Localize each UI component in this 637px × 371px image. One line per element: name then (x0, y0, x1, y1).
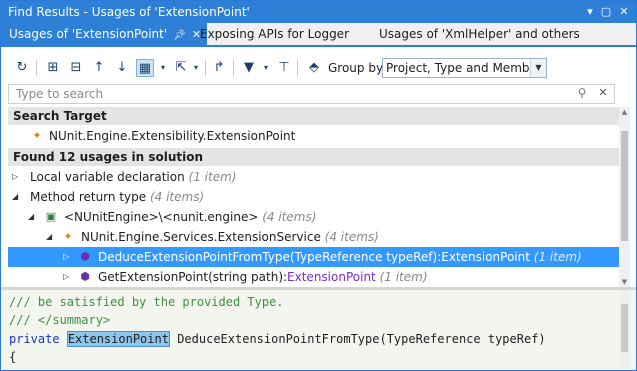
target-row[interactable]: ✦ NUnit.Engine.Extensibility.ExtensionPo… (8, 126, 619, 146)
search-target-header: Search Target (8, 107, 619, 125)
class-icon: ✦ (32, 129, 42, 142)
filter-icon[interactable]: ▼ (240, 59, 258, 77)
method-icon: ⬢ (80, 270, 90, 283)
scroll-down-icon[interactable]: ▼ (619, 277, 630, 287)
scroll-thumb[interactable] (621, 304, 628, 352)
tab-usages-xmlhelper[interactable]: Usages of 'XmlHelper' and others (379, 23, 580, 45)
merge-icon[interactable]: ↱ (210, 59, 228, 77)
row-label: Method return type (30, 190, 147, 204)
expand-arrow-icon[interactable]: ▷ (12, 167, 22, 187)
expand-arrow-icon[interactable]: ▷ (63, 267, 73, 287)
target-name: NUnit.Engine.Extensibility.ExtensionPoin… (49, 129, 296, 143)
row-count: (1 item) (188, 170, 237, 184)
row-label: DeduceExtensionPointFromType(TypeReferen… (98, 250, 530, 264)
collapse-arrow-icon[interactable]: ◢ (28, 207, 38, 227)
tab-label: Usages of 'ExtensionPoint' (9, 27, 168, 41)
next-icon[interactable]: ↓ (113, 59, 131, 77)
scroll-up-icon[interactable]: ▲ (619, 107, 630, 117)
tree-row-project[interactable]: ◢ ▣ <NUnitEngine>\<nunit.engine> (4 item… (8, 207, 619, 227)
toolbar-divider (233, 60, 234, 76)
pin-results-icon[interactable]: ⊤ (275, 59, 293, 77)
maximize-icon[interactable]: ▢ (599, 4, 613, 20)
code-keyword: private (9, 332, 60, 346)
row-label: NUnit.Engine.Services.ExtensionService (81, 230, 321, 244)
expand-arrow-icon[interactable]: ▷ (63, 247, 73, 267)
tab-label: Exposing APIs for Logger (200, 27, 349, 41)
code-line: /// </summary> (9, 313, 111, 327)
code-line: /// be satisfied by the provided Type. (9, 295, 284, 309)
chevron-down-icon[interactable]: ▼ (530, 59, 546, 77)
preview-icon[interactable]: ▦ (136, 59, 154, 77)
refresh-icon[interactable]: ↻ (13, 59, 31, 77)
row-count: (4 items) (324, 230, 379, 244)
close-icon[interactable]: ✕ (617, 4, 631, 20)
csharp-project-icon: ▣ (45, 210, 57, 223)
pin-tab-icon[interactable]: 📌︎ (173, 30, 186, 41)
collapse-arrow-icon[interactable]: ◢ (12, 187, 22, 207)
chevron-down-icon[interactable]: ▾ (257, 59, 275, 77)
row-label: <NUnitEngine>\<nunit.engine> (64, 210, 259, 224)
row-count: (1 item) (379, 270, 428, 284)
previous-icon[interactable]: ↑ (90, 59, 108, 77)
row-count: (4 items) (262, 210, 317, 224)
clear-search-icon[interactable]: ✕ (596, 86, 610, 102)
expand-all-icon[interactable]: ⊞ (44, 59, 62, 77)
chevron-down-icon[interactable]: ▾ (187, 59, 205, 77)
method-icon: ⬢ (80, 250, 90, 263)
row-type-name: ExtensionPoint (287, 270, 376, 284)
code-line: private ExtensionPoint DeduceExtensionPo… (9, 330, 546, 348)
window-menu-icon[interactable]: ▾ (583, 4, 597, 20)
results-tabs: Usages of 'ExtensionPoint' 📌︎ ✕ Exposing A… (1, 23, 636, 47)
scroll-thumb[interactable] (621, 131, 628, 241)
title-bar: Find Results - Usages of 'ExtensionPoint… (1, 1, 636, 23)
tree-row-get-method[interactable]: ▷ ⬢ GetExtensionPoint(string path):Exten… (8, 267, 619, 287)
find-results-window: Find Results - Usages of 'ExtensionPoint… (0, 0, 637, 371)
search-placeholder: Type to search (16, 87, 104, 101)
toolbar-divider (205, 60, 206, 76)
code-highlight: ExtensionPoint (66, 331, 170, 347)
code-scrollbar[interactable] (619, 290, 630, 368)
group-by-value: Project, Type and Member (386, 61, 542, 75)
found-usages-header: Found 12 usages in solution (8, 148, 619, 166)
tab-usages-extensionpoint[interactable]: Usages of 'ExtensionPoint' 📌︎ ✕ (1, 23, 208, 45)
code-preview: /// be satisfied by the provided Type. /… (1, 290, 636, 370)
show-in-icon[interactable]: ⬘ (305, 59, 323, 77)
toolbar-divider (297, 60, 298, 76)
class-icon: ✦ (63, 230, 73, 243)
row-count: (4 items) (149, 190, 205, 204)
chevron-down-icon[interactable]: ▾ (154, 59, 172, 77)
collapse-all-icon[interactable]: ⊟ (67, 59, 85, 77)
search-options-icon[interactable]: ⚲ (574, 86, 590, 102)
group-by-label: Group by: (328, 61, 387, 75)
row-label: GetExtensionPoint(string path): (98, 270, 288, 284)
collapse-arrow-icon[interactable]: ◢ (46, 227, 56, 247)
tab-label: Usages of 'XmlHelper' and others (379, 27, 580, 41)
code-text: DeduceExtensionPointFromType(TypeReferen… (169, 332, 546, 346)
results-tree: Search Target ✦ NUnit.Engine.Extensibili… (8, 107, 619, 287)
tree-row-class[interactable]: ◢ ✦ NUnit.Engine.Services.ExtensionServi… (8, 227, 619, 247)
tree-scrollbar[interactable]: ▲ ▼ (619, 107, 630, 287)
window-title: Find Results - Usages of 'ExtensionPoint… (8, 5, 250, 19)
toolbar-divider (36, 60, 37, 76)
tree-row-deduce-method[interactable]: ▷ ⬢ DeduceExtensionPointFromType(TypeRef… (8, 247, 619, 267)
row-label: Local variable declaration (30, 170, 185, 184)
tree-row-method-return-type[interactable]: ◢ Method return type (4 items) (8, 187, 619, 207)
row-count: (1 item) (533, 250, 582, 264)
search-box[interactable]: Type to search ⚲ ✕ (8, 84, 615, 104)
tree-row-local-variable[interactable]: ▷ Local variable declaration (1 item) (8, 167, 619, 187)
tab-exposing-apis[interactable]: Exposing APIs for Logger (200, 23, 349, 45)
group-by-dropdown[interactable]: Project, Type and Member ▼ (382, 58, 547, 78)
code-line: { (9, 350, 17, 364)
